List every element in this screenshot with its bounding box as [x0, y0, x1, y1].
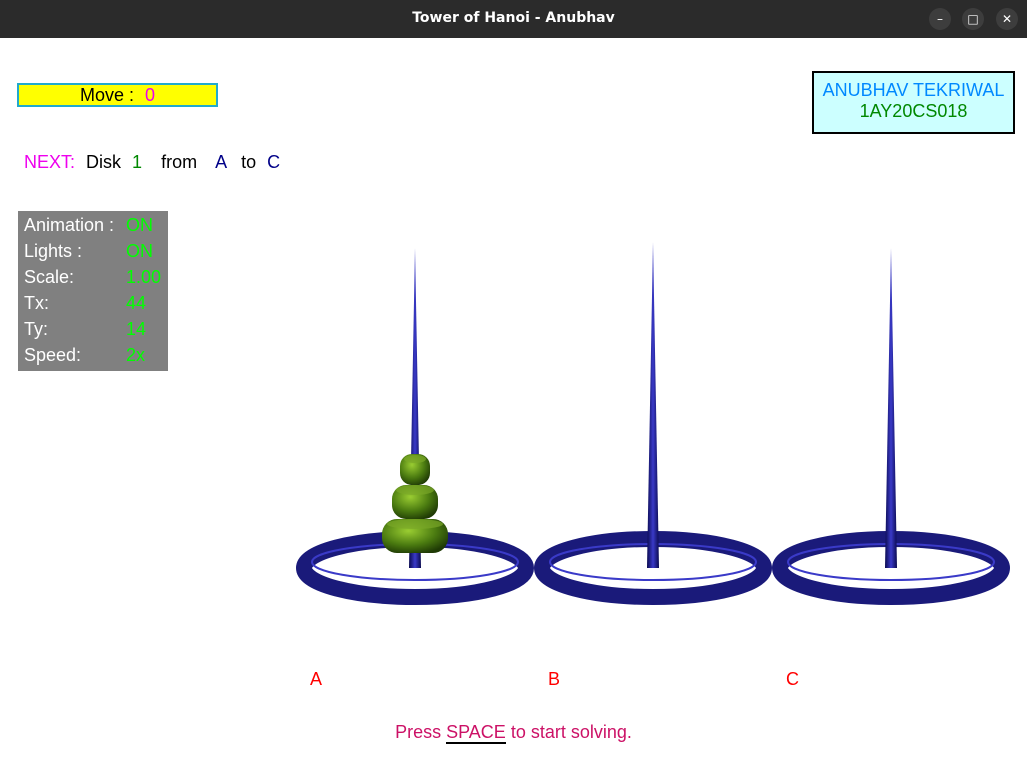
status-scale: Scale: 1.00: [24, 267, 161, 288]
status-value: 44: [126, 293, 147, 313]
status-ty: Ty: 14: [24, 319, 146, 340]
status-panel: Animation : ON Lights : ON Scale: 1.00 T…: [18, 211, 168, 371]
status-label: Tx:: [24, 293, 49, 313]
next-prefix: NEXT:: [24, 152, 76, 172]
author-box: ANUBHAV TEKRIWAL 1AY20CS018: [812, 71, 1015, 134]
next-to-peg: C: [267, 152, 281, 172]
status-speed: Speed: 2x: [24, 345, 145, 366]
peg-c: [772, 248, 1010, 605]
move-value: 0: [145, 85, 156, 105]
status-tx: Tx: 44: [24, 293, 146, 314]
status-lights: Lights : ON: [24, 241, 153, 262]
status-value: ON: [126, 215, 153, 235]
status-value: 2x: [126, 345, 146, 365]
spindle-b: [647, 242, 659, 568]
status-value: ON: [126, 241, 153, 261]
next-from-peg: A: [215, 152, 228, 172]
status-label: Lights :: [24, 241, 83, 261]
disk-stack-a: [382, 454, 448, 553]
next-from-word: from: [161, 152, 198, 172]
spindle-c: [885, 248, 897, 568]
status-value: 1.00: [126, 267, 162, 287]
status-label: Scale:: [24, 267, 75, 287]
footer-instruction: Press SPACE to start solving.: [0, 722, 1027, 744]
status-label: Ty:: [24, 319, 49, 339]
footer-before: Press: [395, 722, 442, 742]
next-disk-number: 1: [132, 152, 143, 172]
next-disk-word: Disk: [86, 152, 122, 172]
peg-label-a: A: [310, 669, 323, 689]
footer-after: to start solving.: [510, 722, 632, 742]
move-label: Move :: [79, 85, 134, 105]
peg-label-b: B: [548, 669, 561, 689]
status-label: Animation :: [24, 215, 115, 235]
move-counter: Move : 0: [17, 83, 218, 107]
peg-label-c: C: [786, 669, 799, 689]
author-name: ANUBHAV TEKRIWAL: [822, 80, 1005, 100]
next-move-hint: NEXT: Disk 1 from A to C: [24, 152, 286, 173]
status-animation: Animation : ON: [24, 215, 153, 236]
next-to-word: to: [241, 152, 257, 172]
author-id: 1AY20CS018: [859, 101, 968, 121]
status-label: Speed:: [24, 345, 82, 365]
status-value: 14: [126, 319, 147, 339]
footer-key: SPACE: [446, 722, 506, 744]
peg-b: [534, 242, 772, 605]
